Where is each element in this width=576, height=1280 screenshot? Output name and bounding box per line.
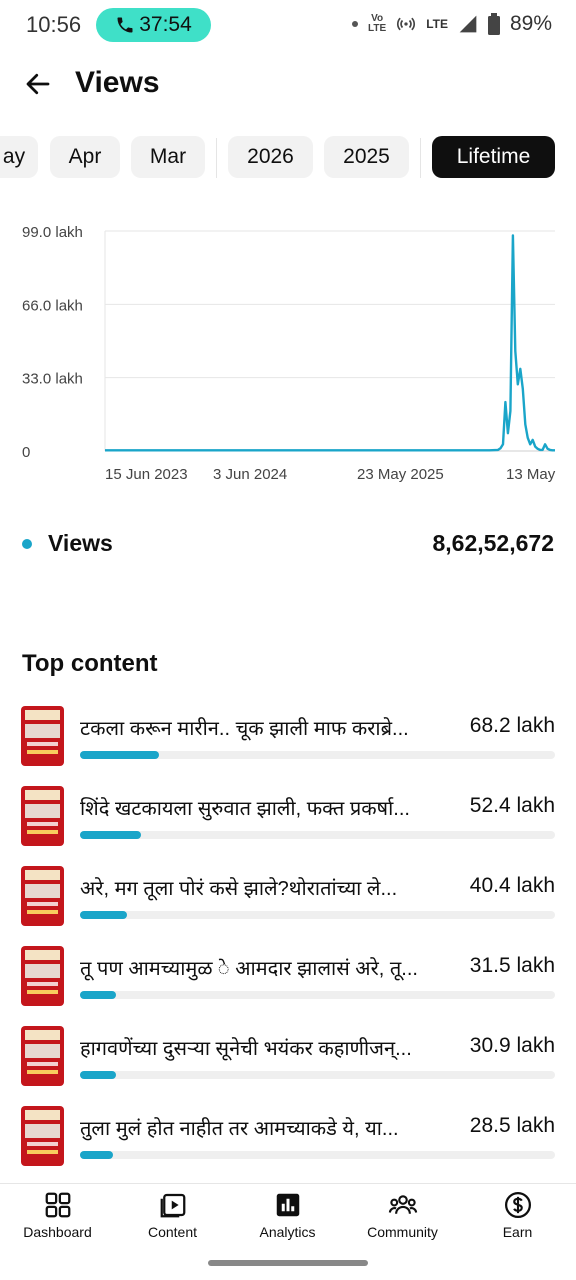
- video-views: 30.9 lakh: [469, 1034, 555, 1057]
- views-bar-fill: [80, 1071, 116, 1079]
- dashboard-icon: [45, 1192, 70, 1218]
- nav-analytics[interactable]: Analytics: [230, 1190, 345, 1246]
- summary-total-views: 8,62,52,672: [432, 530, 554, 556]
- nav-dashboard[interactable]: Dashboard: [0, 1190, 115, 1246]
- video-thumbnail[interactable]: [21, 706, 64, 766]
- call-indicator[interactable]: 37:54: [96, 8, 211, 42]
- chip-apr[interactable]: Apr: [50, 136, 120, 178]
- video-views: 40.4 lakh: [469, 874, 555, 897]
- top-content-item[interactable]: शिंदे खटकायला सुरुवात झाली, फक्त प्रकर्ष…: [0, 786, 576, 866]
- x-tick-label: 23 May 2025: [357, 466, 444, 483]
- content-icon: [160, 1193, 185, 1218]
- chip-2026[interactable]: 2026: [228, 136, 313, 178]
- legend-dot: [22, 539, 32, 549]
- x-tick-label: 13 May: [506, 466, 556, 483]
- signal-icon: [459, 15, 477, 33]
- video-views: 28.5 lakh: [469, 1114, 555, 1137]
- notification-dot-icon: [352, 21, 359, 27]
- network-type: LTE: [426, 17, 448, 31]
- views-series-line: [105, 234, 555, 452]
- phone-icon: [117, 17, 133, 33]
- top-content-item[interactable]: तू पण आमच्यामुळ े आमदार झालासं अरे, तू..…: [0, 946, 576, 1026]
- call-timer: 37:54: [139, 13, 192, 36]
- app-header: Views: [0, 58, 576, 110]
- video-title: टकला करून मारीन.. चूक झाली माफ कराब्रे..…: [80, 718, 409, 740]
- battery-level: 89%: [509, 12, 552, 35]
- views-chart[interactable]: 99.0 lakh 66.0 lakh 33.0 lakh 0 15 Jun 2023 3…: [0, 215, 576, 495]
- top-content-item[interactable]: अरे, मग तूला पोरं कसे झाले?थोरातांच्या ल…: [0, 866, 576, 946]
- views-bar-fill: [80, 831, 141, 839]
- y-tick-label: 66.0 lakh: [22, 297, 83, 314]
- nav-earn[interactable]: Earn: [460, 1190, 575, 1246]
- video-views: 31.5 lakh: [469, 954, 555, 977]
- views-bar-track: [80, 831, 555, 839]
- top-content-title: Top content: [22, 650, 158, 677]
- status-bar: 10:56 37:54 Vo LTE LTE 89%: [0, 0, 576, 50]
- video-title: हागवणेंच्या दुसऱ्या सूनेची भयंकर कहाणीजन…: [80, 1038, 412, 1060]
- y-tick-label: 99.0 lakh: [22, 224, 83, 241]
- views-bar-fill: [80, 751, 159, 759]
- top-content-item[interactable]: टकला करून मारीन.. चूक झाली माफ कराब्रे..…: [0, 706, 576, 786]
- battery-icon: [487, 13, 500, 35]
- analytics-icon: [276, 1193, 299, 1217]
- hotspot-icon: [397, 17, 416, 31]
- views-bar-track: [80, 991, 555, 999]
- status-time: 10:56: [26, 12, 82, 37]
- arrow-left-icon: [26, 73, 50, 95]
- views-bar-fill: [80, 991, 117, 999]
- nav-label: Analytics: [259, 1224, 316, 1240]
- x-tick-label: 15 Jun 2023: [105, 466, 188, 483]
- y-tick-label: 0: [22, 444, 30, 461]
- video-title: तू पण आमच्यामुळ े आमदार झालासं अरे, तू..…: [80, 958, 418, 980]
- video-views: 68.2 lakh: [469, 714, 555, 737]
- video-views: 52.4 lakh: [469, 794, 555, 817]
- views-bar-fill: [80, 911, 127, 919]
- earn-icon: [504, 1192, 531, 1218]
- home-indicator[interactable]: [208, 1260, 368, 1266]
- video-thumbnail[interactable]: [21, 1026, 64, 1086]
- nav-label: Community: [367, 1224, 438, 1240]
- chip-divider: [420, 138, 421, 178]
- nav-label: Dashboard: [23, 1224, 92, 1240]
- views-summary: Views 8,62,52,672: [0, 528, 576, 562]
- nav-label: Content: [147, 1224, 198, 1240]
- summary-label: Views: [48, 530, 113, 556]
- chip-divider: [216, 138, 217, 178]
- video-title: अरे, मग तूला पोरं कसे झाले?थोरातांच्या ल…: [80, 878, 398, 900]
- video-thumbnail[interactable]: [21, 1106, 64, 1166]
- video-title: तुला मुलं होत नाहीत तर आमच्याकडे ये, या.…: [80, 1118, 399, 1140]
- top-content-list: टकला करून मारीन.. चूक झाली माफ कराब्रे..…: [0, 706, 576, 1186]
- page-title: Views: [75, 66, 160, 99]
- status-icons: Vo LTE LTE 89%: [352, 12, 552, 36]
- nav-label: Earn: [502, 1224, 533, 1240]
- nav-community[interactable]: Community: [345, 1190, 460, 1246]
- bottom-navigation: Dashboard Content Analytics Community Ea…: [0, 1183, 576, 1243]
- chip-2025[interactable]: 2025: [324, 136, 409, 178]
- x-tick-label: 3 Jun 2024: [213, 466, 287, 483]
- video-title: शिंदे खटकायला सुरुवात झाली, फक्त प्रकर्ष…: [80, 798, 410, 820]
- top-content-item[interactable]: हागवणेंच्या दुसऱ्या सूनेची भयंकर कहाणीजन…: [0, 1026, 576, 1106]
- video-thumbnail[interactable]: [21, 946, 64, 1006]
- views-bar-track: [80, 1151, 555, 1159]
- y-tick-label: 33.0 lakh: [22, 371, 83, 388]
- views-bar-track: [80, 1071, 555, 1079]
- video-thumbnail[interactable]: [21, 786, 64, 846]
- community-icon: [388, 1195, 417, 1214]
- chip-mar[interactable]: Mar: [131, 136, 205, 178]
- views-line-chart: 99.0 lakh 66.0 lakh 33.0 lakh 0 15 Jun 2023 3…: [22, 224, 556, 483]
- nav-content[interactable]: Content: [115, 1190, 230, 1246]
- views-bar-track: [80, 911, 555, 919]
- views-bar-fill: [80, 1151, 113, 1159]
- chip-may[interactable]: ay: [0, 136, 38, 178]
- back-button[interactable]: [20, 66, 56, 102]
- volte-icon: Vo LTE: [368, 13, 387, 34]
- period-filter-chips: ay Apr Mar 2026 2025 Lifetime: [0, 136, 576, 180]
- video-thumbnail[interactable]: [21, 866, 64, 926]
- chip-lifetime[interactable]: Lifetime: [432, 136, 555, 178]
- views-bar-track: [80, 751, 555, 759]
- top-content-item[interactable]: तुला मुलं होत नाहीत तर आमच्याकडे ये, या.…: [0, 1106, 576, 1186]
